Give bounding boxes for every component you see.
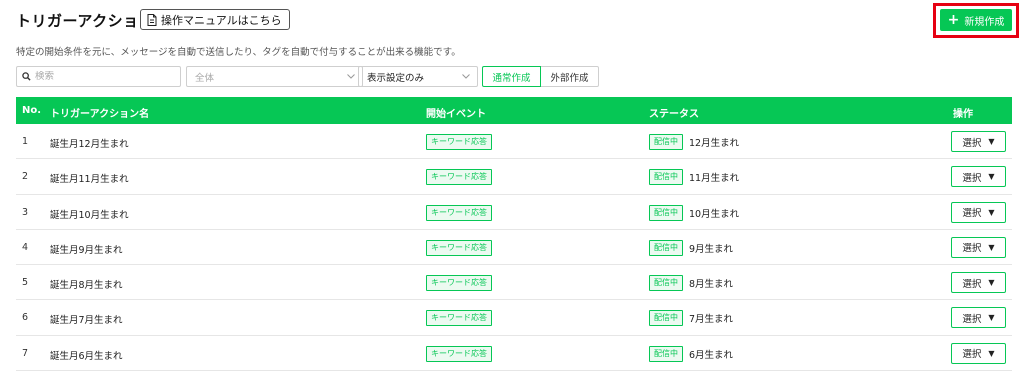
row-number: 6 [22,312,29,324]
tab-external-create[interactable]: 外部作成 [541,66,599,87]
column-header-event: 開始イベント [426,109,486,120]
status-cell: 配信中 12月生まれ [649,134,739,150]
manual-button-label: 操作マニュアルはこちら [161,13,282,27]
display-select-value: 表示設定のみ [367,72,425,84]
status-cell: 配信中 7月生まれ [649,310,734,327]
status-badge: 配信中 [649,169,683,186]
search-input[interactable] [35,71,175,82]
caret-down-icon: ▼ [988,242,995,252]
row-number: 7 [22,347,29,359]
status-cell: 配信中 11月生まれ [649,169,740,186]
chevron-down-icon [347,74,355,79]
event-badge: キーワード応答 [426,169,492,186]
table-row: 7 誕生月6月生まれ キーワード応答 配信中 6月生まれ 選択 ▼ [16,336,1012,372]
status-cell: 配信中 9月生まれ [649,239,734,256]
status-label: 11月生まれ [689,173,740,185]
status-label: 7月生まれ [689,314,734,326]
status-cell: 配信中 6月生まれ [649,345,734,362]
chevron-down-icon [462,74,470,79]
manual-button[interactable]: 操作マニュアルはこちら [140,9,290,30]
table-header: No. トリガーアクション名 開始イベント ステータス 操作 [16,97,1012,124]
status-badge: 配信中 [649,239,683,256]
row-name: 誕生月9月生まれ [50,244,123,256]
table-row: 5 誕生月8月生まれ キーワード応答 配信中 8月生まれ 選択 ▼ [16,265,1012,301]
row-select-button[interactable]: 選択 ▼ [951,201,1006,223]
caret-down-icon: ▼ [988,313,995,323]
status-badge: 配信中 [649,134,683,150]
row-number: 3 [22,206,29,218]
row-select-label: 選択 [962,137,982,149]
table-row: 1 誕生月12月生まれ キーワード応答 配信中 12月生まれ 選択 ▼ [16,124,1012,160]
table-row: 2 誕生月11月生まれ キーワード応答 配信中 11月生まれ 選択 ▼ [16,159,1012,195]
row-select-label: 選択 [962,208,982,220]
row-select-label: 選択 [962,313,982,325]
column-header-status: ステータス [649,109,699,120]
row-number: 1 [22,136,29,147]
status-label: 6月生まれ [689,349,734,361]
caret-down-icon: ▼ [988,172,995,182]
plus-icon: + [947,12,960,28]
table-row: 6 誕生月7月生まれ キーワード応答 配信中 7月生まれ 選択 ▼ [16,300,1012,336]
row-select-label: 選択 [962,349,982,361]
row-name: 誕生月7月生まれ [50,315,123,327]
status-label: 9月生まれ [689,243,734,255]
row-number: 4 [22,241,29,253]
status-label: 8月生まれ [689,279,734,291]
row-select-label: 選択 [962,172,982,184]
status-cell: 配信中 10月生まれ [649,204,740,221]
row-select-button[interactable]: 選択 ▼ [951,131,1006,152]
row-name: 誕生月10月生まれ [50,209,129,221]
caret-down-icon: ▼ [988,207,995,217]
tab-normal-create[interactable]: 通常作成 [482,66,541,87]
trigger-action-table: No. トリガーアクション名 開始イベント ステータス 操作 1 誕生月12月生… [16,97,1012,372]
row-name: 誕生月11月生まれ [50,174,129,186]
category-select-value: 全体 [195,72,215,84]
status-badge: 配信中 [649,310,683,327]
row-select-label: 選択 [962,278,982,290]
row-number: 2 [22,171,29,183]
new-button[interactable]: + 新規作成 [940,9,1012,31]
column-header-name: トリガーアクション名 [50,109,150,120]
status-badge: 配信中 [649,345,683,362]
event-badge: キーワード応答 [426,310,492,327]
status-badge: 配信中 [649,204,683,221]
event-badge: キーワード応答 [426,275,492,292]
page-description: 特定の開始条件を元に、メッセージを自動で送信したり、タグを自動で付与することが出… [16,47,461,58]
table-row: 3 誕生月10月生まれ キーワード応答 配信中 10月生まれ 選択 ▼ [16,195,1012,230]
status-badge: 配信中 [649,275,683,292]
caret-down-icon: ▼ [988,348,995,358]
row-select-button[interactable]: 選択 ▼ [951,166,1006,188]
status-cell: 配信中 8月生まれ [649,275,734,292]
row-select-button[interactable]: 選択 ▼ [951,342,1006,364]
row-select-button[interactable]: 選択 ▼ [951,236,1006,258]
row-name: 誕生月6月生まれ [50,350,123,362]
event-badge: キーワード応答 [426,204,492,221]
row-select-label: 選択 [962,243,982,255]
event-badge: キーワード応答 [426,239,492,256]
event-badge: キーワード応答 [426,134,492,150]
new-button-label: 新規作成 [964,16,1005,28]
row-select-button[interactable]: 選択 ▼ [951,307,1006,329]
status-label: 12月生まれ [689,138,740,149]
status-label: 10月生まれ [689,208,740,220]
page-title: トリガーアクション [16,12,155,30]
column-header-action: 操作 [953,109,973,120]
caret-down-icon: ▼ [988,137,995,146]
caret-down-icon: ▼ [988,278,995,288]
search-box[interactable] [16,66,181,87]
filter-bar: 全体 表示設定のみ 通常作成 外部作成 [16,66,1016,87]
search-icon [22,72,31,81]
document-icon [147,13,157,26]
column-header-no: No. [22,105,42,116]
row-select-button[interactable]: 選択 ▼ [951,272,1006,294]
event-badge: キーワード応答 [426,345,492,362]
row-name: 誕生月8月生まれ [50,280,123,292]
display-select[interactable]: 表示設定のみ [358,66,478,87]
category-select[interactable]: 全体 [186,66,363,87]
table-row: 4 誕生月9月生まれ キーワード応答 配信中 9月生まれ 選択 ▼ [16,230,1012,266]
row-number: 5 [22,277,29,289]
row-name: 誕生月12月生まれ [50,139,129,150]
